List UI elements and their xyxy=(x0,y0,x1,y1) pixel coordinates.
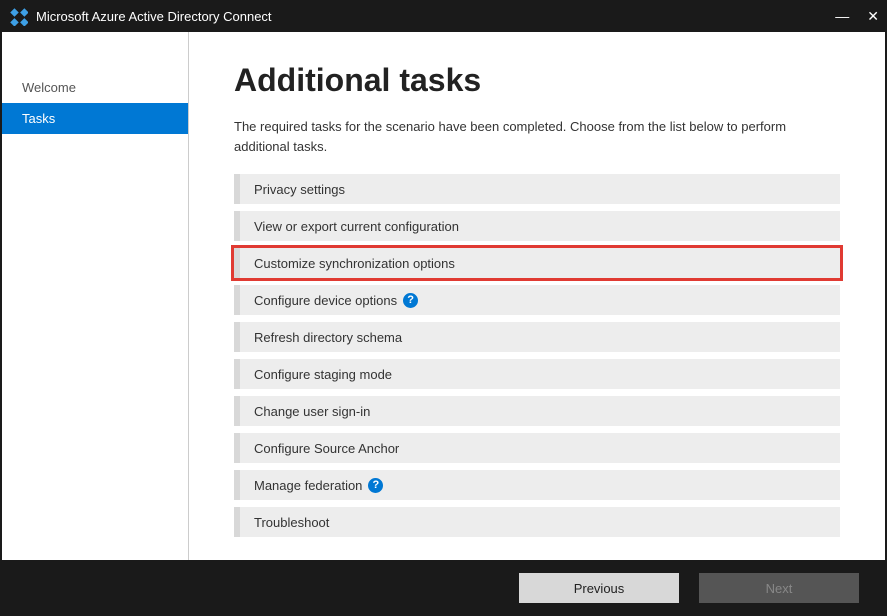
azure-logo-icon xyxy=(8,6,28,26)
task-list: Privacy settings View or export current c… xyxy=(234,174,840,537)
task-item[interactable]: Troubleshoot xyxy=(234,507,840,537)
task-label: View or export current configuration xyxy=(254,219,459,234)
task-label: Refresh directory schema xyxy=(254,330,402,345)
window-controls: — ✕ xyxy=(835,8,879,25)
task-accent xyxy=(234,211,240,241)
sidebar: WelcomeTasks xyxy=(2,32,189,560)
task-accent xyxy=(234,248,240,278)
task-label: Configure device options xyxy=(254,293,397,308)
help-icon[interactable]: ? xyxy=(368,478,383,493)
task-accent xyxy=(234,359,240,389)
task-accent xyxy=(234,433,240,463)
previous-button[interactable]: Previous xyxy=(519,573,679,603)
sidebar-item-welcome[interactable]: Welcome xyxy=(2,72,188,103)
task-label: Change user sign-in xyxy=(254,404,370,419)
task-accent xyxy=(234,285,240,315)
task-accent xyxy=(234,174,240,204)
footer: Previous Next xyxy=(0,560,887,616)
task-accent xyxy=(234,396,240,426)
sidebar-item-tasks[interactable]: Tasks xyxy=(2,103,188,134)
app-title: Microsoft Azure Active Directory Connect xyxy=(36,9,835,24)
task-label: Configure staging mode xyxy=(254,367,392,382)
task-label: Configure Source Anchor xyxy=(254,441,399,456)
page-description: The required tasks for the scenario have… xyxy=(234,117,794,156)
task-item[interactable]: Change user sign-in xyxy=(234,396,840,426)
close-icon[interactable]: ✕ xyxy=(867,8,879,25)
task-item[interactable]: Privacy settings xyxy=(234,174,840,204)
page-title: Additional tasks xyxy=(234,62,840,99)
task-item[interactable]: View or export current configuration xyxy=(234,211,840,241)
next-button[interactable]: Next xyxy=(699,573,859,603)
task-accent xyxy=(234,470,240,500)
task-item[interactable]: Refresh directory schema xyxy=(234,322,840,352)
titlebar: Microsoft Azure Active Directory Connect… xyxy=(0,0,887,32)
task-label: Manage federation xyxy=(254,478,362,493)
task-label: Troubleshoot xyxy=(254,515,329,530)
task-item[interactable]: Configure Source Anchor xyxy=(234,433,840,463)
task-item[interactable]: Configure staging mode xyxy=(234,359,840,389)
task-item[interactable]: Customize synchronization options xyxy=(234,248,840,278)
main-content: Additional tasks The required tasks for … xyxy=(189,32,885,560)
app-window: Microsoft Azure Active Directory Connect… xyxy=(0,0,887,616)
help-icon[interactable]: ? xyxy=(403,293,418,308)
task-label: Customize synchronization options xyxy=(254,256,455,271)
minimize-icon[interactable]: — xyxy=(835,8,849,24)
task-accent xyxy=(234,507,240,537)
task-item[interactable]: Configure device options? xyxy=(234,285,840,315)
body: WelcomeTasks Additional tasks The requir… xyxy=(0,32,887,560)
task-label: Privacy settings xyxy=(254,182,345,197)
task-item[interactable]: Manage federation? xyxy=(234,470,840,500)
task-accent xyxy=(234,322,240,352)
